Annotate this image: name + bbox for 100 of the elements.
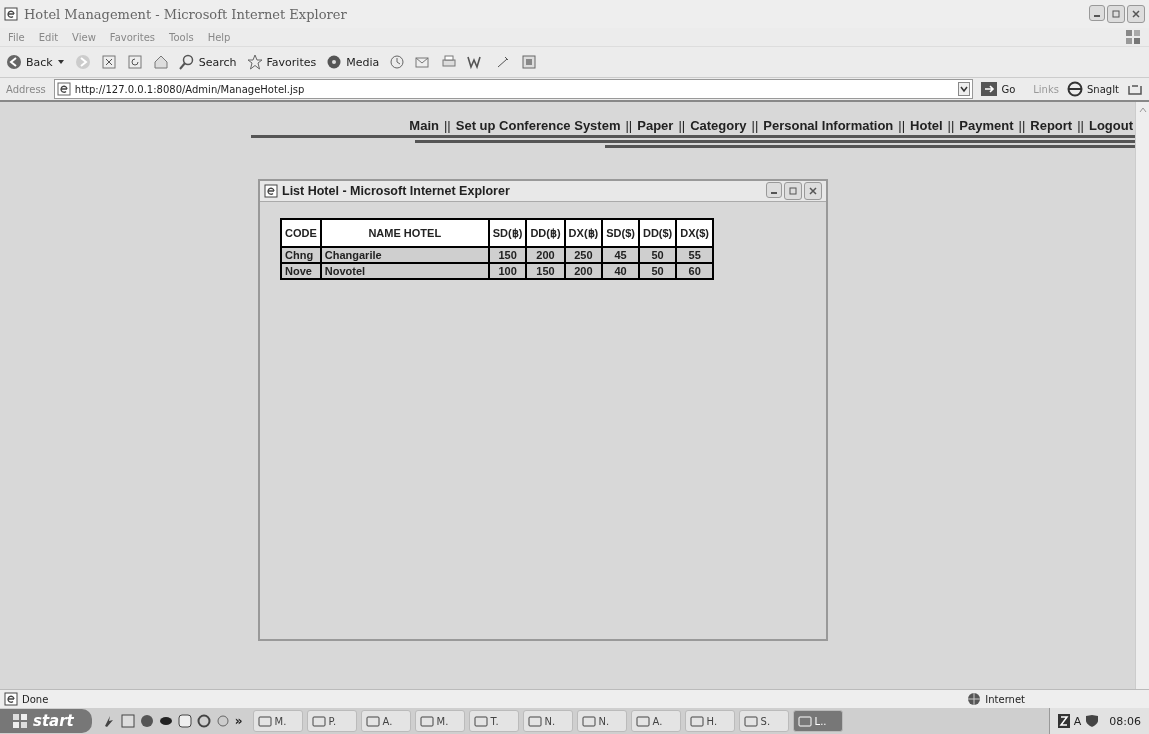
window-icon — [527, 714, 542, 728]
nav-link[interactable]: Set up Conference System — [455, 118, 621, 133]
minimize-button[interactable] — [1089, 5, 1105, 21]
window-icon — [797, 714, 812, 728]
stop-icon[interactable] — [100, 54, 117, 70]
minimize-button[interactable] — [766, 182, 782, 198]
window-icon — [257, 714, 272, 728]
page-icon — [56, 82, 71, 96]
circle-icon — [1066, 81, 1083, 97]
zone-text: Internet — [985, 693, 1025, 705]
taskbar-button[interactable]: P. — [306, 710, 357, 732]
clock: 08:06 — [1109, 714, 1141, 728]
home-icon[interactable] — [152, 54, 169, 70]
maximize-icon — [788, 186, 798, 196]
shield-icon — [1085, 714, 1100, 728]
star-icon — [246, 54, 263, 70]
dropdown-icon[interactable] — [958, 82, 971, 96]
messenger-icon[interactable] — [521, 54, 538, 70]
address-field[interactable]: http://127.0.0.1:8080/Admin/ManageHotel.jsp — [53, 79, 974, 99]
nav-link[interactable]: Payment — [959, 118, 1014, 133]
nav-separator: || — [751, 118, 759, 133]
print-icon[interactable] — [441, 54, 458, 70]
window-icon — [311, 714, 326, 728]
taskbar-button[interactable]: S. — [738, 710, 789, 732]
start-button[interactable]: start — [0, 709, 92, 733]
nav-separator: || — [898, 118, 906, 133]
close-icon — [808, 186, 818, 196]
page-icon — [4, 692, 18, 706]
nav-link[interactable]: Logout — [1088, 118, 1133, 133]
column-header: SD(฿) — [488, 219, 527, 247]
toolbar-button[interactable]: Media — [326, 54, 380, 70]
window-icon — [743, 714, 758, 728]
nav-separator: || — [625, 118, 633, 133]
toolbar-button[interactable]: Favorites — [246, 54, 317, 70]
minimize-icon — [771, 192, 777, 194]
nav-separator: || — [1077, 118, 1084, 133]
caret-icon — [56, 58, 65, 66]
column-header: CODE — [281, 219, 321, 247]
minimize-icon — [1094, 15, 1100, 17]
go-button[interactable]: Go — [981, 81, 1016, 97]
taskbar-button[interactable]: A. — [630, 710, 681, 732]
nav-link[interactable]: Report — [1030, 118, 1073, 133]
taskbar-button[interactable]: M. — [414, 710, 465, 732]
nav-link[interactable]: Category — [690, 118, 747, 133]
window-icon — [635, 714, 650, 728]
history-icon[interactable] — [389, 54, 406, 70]
scrollbar[interactable] — [1135, 102, 1149, 689]
window-title: Hotel Management - Microsoft Internet Explorer — [24, 6, 347, 22]
close-icon — [1131, 9, 1141, 19]
more-button[interactable]: » — [234, 714, 243, 728]
status-text: Done — [22, 693, 49, 705]
nav-link[interactable]: Personal Information — [763, 118, 894, 133]
quick-launch-icon[interactable] — [177, 714, 192, 728]
browser-icon — [264, 184, 278, 198]
browser-icon — [4, 7, 18, 21]
quick-launch-icon[interactable] — [139, 714, 154, 728]
taskbar-button[interactable]: T. — [468, 710, 519, 732]
window-icon — [689, 714, 704, 728]
taskbar-button[interactable]: N. — [576, 710, 627, 732]
column-header: DD($) — [638, 219, 677, 247]
input-language: A — [1073, 714, 1082, 728]
toolbar-button[interactable]: Back — [6, 54, 65, 70]
taskbar-button[interactable]: L.. — [792, 710, 843, 732]
window-icon — [365, 714, 380, 728]
globe-icon — [967, 692, 982, 706]
popup-title: List Hotel - Microsoft Internet Explorer — [282, 184, 510, 198]
maximize-icon — [1111, 9, 1121, 19]
nav-link[interactable]: Main — [409, 118, 439, 133]
toolbar-button[interactable]: Search — [178, 54, 237, 70]
taskbar-button[interactable]: N. — [522, 710, 573, 732]
windows-logo-icon — [1125, 29, 1141, 45]
quick-launch-icon[interactable] — [158, 714, 173, 728]
nav-link[interactable]: Paper — [637, 118, 674, 133]
window-icon — [581, 714, 596, 728]
column-header: DX(฿) — [564, 219, 603, 247]
search-icon — [178, 54, 195, 70]
snagit-button[interactable]: SnagIt — [1066, 81, 1119, 97]
close-button[interactable] — [1127, 5, 1145, 23]
media-icon — [326, 54, 343, 70]
address-label: Address — [6, 83, 46, 95]
quick-launch-icon[interactable] — [196, 714, 211, 728]
nav-separator: || — [678, 118, 686, 133]
column-header: DX($) — [676, 219, 714, 247]
nav-link[interactable]: Hotel — [910, 118, 943, 133]
nav-separator: || — [1018, 118, 1026, 133]
mail-icon[interactable] — [415, 54, 432, 70]
column-header: DD(฿) — [526, 219, 565, 247]
nav-separator: || — [947, 118, 955, 133]
window-icon — [419, 714, 434, 728]
column-header: SD($) — [602, 219, 639, 247]
column-header: NAME HOTEL — [320, 219, 489, 247]
close-button[interactable] — [804, 182, 822, 200]
taskbar-button[interactable]: A. — [360, 710, 411, 732]
taskbar-button[interactable]: M. — [252, 710, 303, 732]
window-icon — [473, 714, 488, 728]
windows-logo-icon — [12, 713, 28, 729]
keyboard-icon — [1057, 714, 1070, 728]
refresh-icon[interactable] — [126, 54, 143, 70]
nav-separator: || — [444, 118, 451, 133]
taskbar-button[interactable]: H. — [684, 710, 735, 732]
